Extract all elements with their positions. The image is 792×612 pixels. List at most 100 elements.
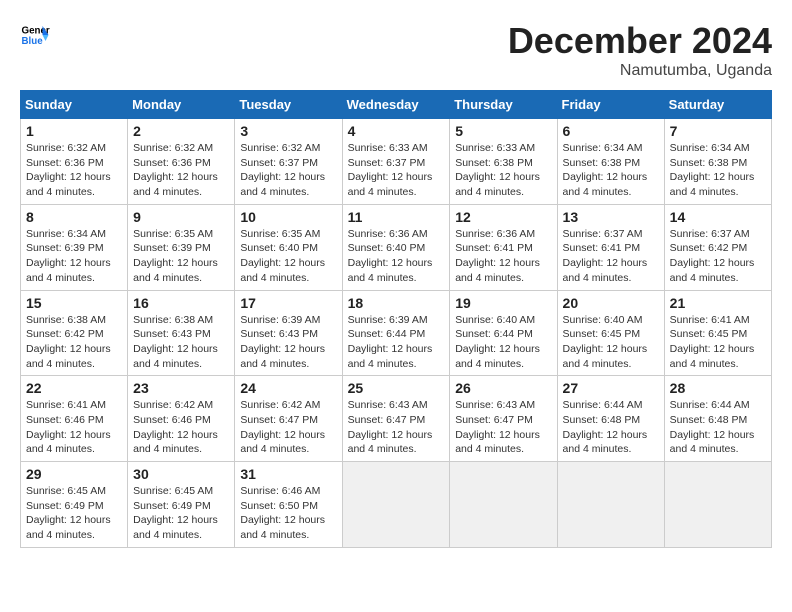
day-info: Sunrise: 6:38 AM Sunset: 6:43 PM Dayligh… xyxy=(133,313,229,372)
calendar-day-cell xyxy=(450,462,557,548)
location-subtitle: Namutumba, Uganda xyxy=(508,62,772,80)
day-number: 10 xyxy=(240,209,336,225)
day-info: Sunrise: 6:35 AM Sunset: 6:39 PM Dayligh… xyxy=(133,227,229,286)
calendar-day-cell: 31 Sunrise: 6:46 AM Sunset: 6:50 PM Dayl… xyxy=(235,462,342,548)
day-info: Sunrise: 6:39 AM Sunset: 6:44 PM Dayligh… xyxy=(348,313,445,372)
calendar-day-cell: 18 Sunrise: 6:39 AM Sunset: 6:44 PM Dayl… xyxy=(342,290,450,376)
day-info: Sunrise: 6:32 AM Sunset: 6:36 PM Dayligh… xyxy=(133,141,229,200)
header-saturday: Saturday xyxy=(664,91,771,119)
logo: General Blue xyxy=(20,20,50,50)
day-info: Sunrise: 6:44 AM Sunset: 6:48 PM Dayligh… xyxy=(670,398,766,457)
header-sunday: Sunday xyxy=(21,91,128,119)
day-number: 20 xyxy=(563,295,659,311)
calendar-day-cell: 24 Sunrise: 6:42 AM Sunset: 6:47 PM Dayl… xyxy=(235,376,342,462)
month-year-title: December 2024 xyxy=(508,20,772,62)
calendar-day-cell: 3 Sunrise: 6:32 AM Sunset: 6:37 PM Dayli… xyxy=(235,119,342,205)
logo-icon: General Blue xyxy=(20,20,50,50)
day-number: 3 xyxy=(240,123,336,139)
day-info: Sunrise: 6:45 AM Sunset: 6:49 PM Dayligh… xyxy=(133,484,229,543)
calendar-day-cell: 13 Sunrise: 6:37 AM Sunset: 6:41 PM Dayl… xyxy=(557,204,664,290)
header-thursday: Thursday xyxy=(450,91,557,119)
calendar-day-cell: 8 Sunrise: 6:34 AM Sunset: 6:39 PM Dayli… xyxy=(21,204,128,290)
day-number: 28 xyxy=(670,380,766,396)
day-info: Sunrise: 6:38 AM Sunset: 6:42 PM Dayligh… xyxy=(26,313,122,372)
day-number: 11 xyxy=(348,209,445,225)
weekday-header-row: Sunday Monday Tuesday Wednesday Thursday… xyxy=(21,91,772,119)
day-info: Sunrise: 6:32 AM Sunset: 6:36 PM Dayligh… xyxy=(26,141,122,200)
day-number: 6 xyxy=(563,123,659,139)
day-number: 24 xyxy=(240,380,336,396)
day-number: 9 xyxy=(133,209,229,225)
day-number: 1 xyxy=(26,123,122,139)
day-number: 29 xyxy=(26,466,122,482)
calendar-day-cell xyxy=(557,462,664,548)
calendar-day-cell: 12 Sunrise: 6:36 AM Sunset: 6:41 PM Dayl… xyxy=(450,204,557,290)
day-number: 26 xyxy=(455,380,551,396)
header-tuesday: Tuesday xyxy=(235,91,342,119)
day-number: 13 xyxy=(563,209,659,225)
calendar-day-cell: 23 Sunrise: 6:42 AM Sunset: 6:46 PM Dayl… xyxy=(128,376,235,462)
header-wednesday: Wednesday xyxy=(342,91,450,119)
calendar-day-cell: 7 Sunrise: 6:34 AM Sunset: 6:38 PM Dayli… xyxy=(664,119,771,205)
calendar-day-cell: 21 Sunrise: 6:41 AM Sunset: 6:45 PM Dayl… xyxy=(664,290,771,376)
calendar-day-cell: 20 Sunrise: 6:40 AM Sunset: 6:45 PM Dayl… xyxy=(557,290,664,376)
day-number: 14 xyxy=(670,209,766,225)
day-info: Sunrise: 6:43 AM Sunset: 6:47 PM Dayligh… xyxy=(455,398,551,457)
day-number: 21 xyxy=(670,295,766,311)
day-info: Sunrise: 6:46 AM Sunset: 6:50 PM Dayligh… xyxy=(240,484,336,543)
day-number: 19 xyxy=(455,295,551,311)
day-number: 31 xyxy=(240,466,336,482)
calendar-day-cell: 25 Sunrise: 6:43 AM Sunset: 6:47 PM Dayl… xyxy=(342,376,450,462)
day-number: 27 xyxy=(563,380,659,396)
calendar-day-cell: 11 Sunrise: 6:36 AM Sunset: 6:40 PM Dayl… xyxy=(342,204,450,290)
calendar-day-cell: 28 Sunrise: 6:44 AM Sunset: 6:48 PM Dayl… xyxy=(664,376,771,462)
day-info: Sunrise: 6:42 AM Sunset: 6:47 PM Dayligh… xyxy=(240,398,336,457)
calendar-day-cell: 30 Sunrise: 6:45 AM Sunset: 6:49 PM Dayl… xyxy=(128,462,235,548)
calendar-day-cell: 10 Sunrise: 6:35 AM Sunset: 6:40 PM Dayl… xyxy=(235,204,342,290)
day-number: 2 xyxy=(133,123,229,139)
day-info: Sunrise: 6:36 AM Sunset: 6:41 PM Dayligh… xyxy=(455,227,551,286)
day-number: 17 xyxy=(240,295,336,311)
calendar-day-cell xyxy=(664,462,771,548)
calendar-day-cell: 2 Sunrise: 6:32 AM Sunset: 6:36 PM Dayli… xyxy=(128,119,235,205)
day-number: 16 xyxy=(133,295,229,311)
calendar-day-cell: 15 Sunrise: 6:38 AM Sunset: 6:42 PM Dayl… xyxy=(21,290,128,376)
calendar-day-cell: 29 Sunrise: 6:45 AM Sunset: 6:49 PM Dayl… xyxy=(21,462,128,548)
calendar-day-cell: 5 Sunrise: 6:33 AM Sunset: 6:38 PM Dayli… xyxy=(450,119,557,205)
day-number: 25 xyxy=(348,380,445,396)
calendar-week-row: 29 Sunrise: 6:45 AM Sunset: 6:49 PM Dayl… xyxy=(21,462,772,548)
day-info: Sunrise: 6:44 AM Sunset: 6:48 PM Dayligh… xyxy=(563,398,659,457)
day-info: Sunrise: 6:41 AM Sunset: 6:46 PM Dayligh… xyxy=(26,398,122,457)
day-number: 12 xyxy=(455,209,551,225)
day-info: Sunrise: 6:37 AM Sunset: 6:42 PM Dayligh… xyxy=(670,227,766,286)
day-number: 5 xyxy=(455,123,551,139)
day-info: Sunrise: 6:37 AM Sunset: 6:41 PM Dayligh… xyxy=(563,227,659,286)
day-info: Sunrise: 6:45 AM Sunset: 6:49 PM Dayligh… xyxy=(26,484,122,543)
calendar-day-cell: 19 Sunrise: 6:40 AM Sunset: 6:44 PM Dayl… xyxy=(450,290,557,376)
day-info: Sunrise: 6:33 AM Sunset: 6:37 PM Dayligh… xyxy=(348,141,445,200)
calendar-day-cell: 9 Sunrise: 6:35 AM Sunset: 6:39 PM Dayli… xyxy=(128,204,235,290)
day-info: Sunrise: 6:35 AM Sunset: 6:40 PM Dayligh… xyxy=(240,227,336,286)
day-info: Sunrise: 6:34 AM Sunset: 6:39 PM Dayligh… xyxy=(26,227,122,286)
calendar-day-cell: 14 Sunrise: 6:37 AM Sunset: 6:42 PM Dayl… xyxy=(664,204,771,290)
day-number: 22 xyxy=(26,380,122,396)
calendar-day-cell: 27 Sunrise: 6:44 AM Sunset: 6:48 PM Dayl… xyxy=(557,376,664,462)
calendar-day-cell: 16 Sunrise: 6:38 AM Sunset: 6:43 PM Dayl… xyxy=(128,290,235,376)
calendar-day-cell: 17 Sunrise: 6:39 AM Sunset: 6:43 PM Dayl… xyxy=(235,290,342,376)
calendar-table: Sunday Monday Tuesday Wednesday Thursday… xyxy=(20,90,772,548)
day-info: Sunrise: 6:41 AM Sunset: 6:45 PM Dayligh… xyxy=(670,313,766,372)
calendar-day-cell: 4 Sunrise: 6:33 AM Sunset: 6:37 PM Dayli… xyxy=(342,119,450,205)
day-info: Sunrise: 6:32 AM Sunset: 6:37 PM Dayligh… xyxy=(240,141,336,200)
day-info: Sunrise: 6:34 AM Sunset: 6:38 PM Dayligh… xyxy=(563,141,659,200)
day-number: 23 xyxy=(133,380,229,396)
calendar-week-row: 15 Sunrise: 6:38 AM Sunset: 6:42 PM Dayl… xyxy=(21,290,772,376)
calendar-day-cell: 26 Sunrise: 6:43 AM Sunset: 6:47 PM Dayl… xyxy=(450,376,557,462)
day-info: Sunrise: 6:42 AM Sunset: 6:46 PM Dayligh… xyxy=(133,398,229,457)
day-info: Sunrise: 6:34 AM Sunset: 6:38 PM Dayligh… xyxy=(670,141,766,200)
day-number: 18 xyxy=(348,295,445,311)
day-info: Sunrise: 6:36 AM Sunset: 6:40 PM Dayligh… xyxy=(348,227,445,286)
day-info: Sunrise: 6:43 AM Sunset: 6:47 PM Dayligh… xyxy=(348,398,445,457)
calendar-day-cell: 6 Sunrise: 6:34 AM Sunset: 6:38 PM Dayli… xyxy=(557,119,664,205)
calendar-day-cell: 22 Sunrise: 6:41 AM Sunset: 6:46 PM Dayl… xyxy=(21,376,128,462)
day-number: 30 xyxy=(133,466,229,482)
